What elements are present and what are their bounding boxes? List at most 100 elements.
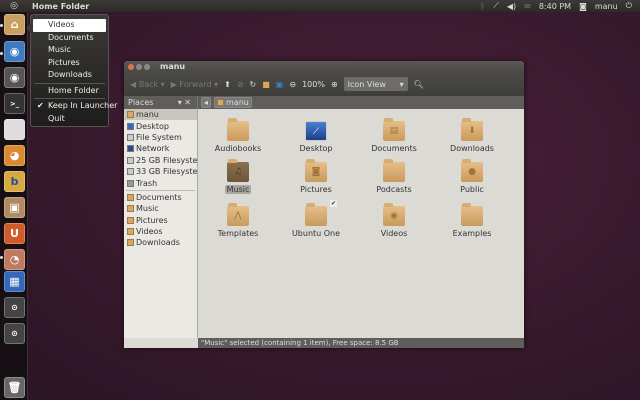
user-icon[interactable]: ◙ [579, 2, 587, 11]
file-item-music[interactable]: ♫Music [203, 162, 273, 194]
sidebar-item-33-gb-filesystem[interactable]: 33 GB Filesystem [124, 166, 197, 177]
sidebar-item-file-system[interactable]: File System [124, 132, 197, 143]
sidebar-item-desktop[interactable]: Desktop [124, 120, 197, 131]
file-item-podcasts[interactable]: Podcasts [359, 162, 429, 194]
launcher-lens[interactable]: ⊙ [4, 297, 25, 318]
folder-icon [127, 123, 134, 130]
sidebar-item-music[interactable]: Music [124, 203, 197, 214]
launcher-firefox[interactable]: ◕ [4, 145, 25, 166]
launcher-package[interactable]: ▣ [4, 197, 25, 218]
launcher-camera[interactable]: ◉ [4, 67, 25, 88]
launcher-home-folder[interactable]: ⌂ [4, 14, 25, 35]
folder-icon [127, 205, 134, 212]
launcher-chromium[interactable]: ◉ [4, 41, 25, 62]
back-label: Back [139, 80, 158, 89]
folder-icon: ⬇ [461, 121, 483, 141]
launcher-workspaces[interactable]: ▦ [4, 271, 25, 292]
file-item-documents[interactable]: ▤Documents [359, 121, 429, 153]
launcher-lens-2[interactable]: ⊙ [4, 323, 25, 344]
sidebar-item-label: 25 GB Filesystem [136, 156, 205, 165]
power-icon[interactable]: ⏻ [626, 1, 632, 11]
quicklist-home-folder[interactable]: Home Folder [31, 85, 108, 98]
computer-icon[interactable]: ▣ [276, 80, 284, 89]
file-item-audiobooks[interactable]: Audiobooks [203, 121, 273, 153]
path-back-icon[interactable]: ◂ [201, 97, 211, 108]
places-sidebar: manu Desktop File SystemNetwork25 GB Files… [124, 109, 198, 338]
network-icon[interactable]: ⟋ [493, 1, 499, 11]
check-icon: ✔ [37, 100, 44, 113]
file-label: Documents [371, 144, 417, 153]
quicklist-item[interactable]: Downloads [31, 69, 108, 82]
zoom-out-icon[interactable]: ⊖ [289, 80, 296, 89]
folder-icon [127, 168, 134, 175]
file-icon-view: Audiobooks⟋Desktop▤Documents⬇Downloads ♫M… [198, 109, 524, 338]
breadcrumb-manu[interactable]: manu [214, 97, 252, 108]
quicklist-item[interactable]: Music [31, 44, 108, 57]
minimize-icon[interactable] [136, 64, 142, 70]
quicklist-keep-in-launcher[interactable]: ✔Keep In Launcher [31, 100, 108, 113]
path-bar: Places ▾ ✕ ◂ manu [124, 96, 524, 109]
sidebar-item-documents[interactable]: Documents [124, 192, 197, 203]
sidebar-item-pictures[interactable]: Pictures [124, 215, 197, 226]
file-label: Videos [381, 229, 408, 238]
file-label: Pictures [300, 185, 332, 194]
launcher-terminal[interactable]: >_ [4, 93, 25, 114]
mail-icon[interactable]: ✉ [524, 2, 531, 11]
places-menu[interactable]: ▾ ✕ [178, 98, 191, 107]
home-icon[interactable]: ■ [262, 80, 270, 89]
quicklist-item[interactable]: Videos [33, 19, 106, 32]
maximize-icon[interactable] [144, 64, 150, 70]
file-item-pictures[interactable]: ◙Pictures [281, 162, 351, 194]
sidebar-item-label: File System [136, 133, 182, 142]
reload-icon[interactable]: ↻ [250, 80, 257, 89]
file-item-examples[interactable]: Examples [437, 206, 507, 238]
quicklist-item[interactable]: Pictures [31, 57, 108, 70]
launcher-ubuntu-one[interactable]: U [4, 223, 25, 244]
file-item-ubuntu-one[interactable]: ✔Ubuntu One [281, 206, 351, 238]
file-item-videos[interactable]: ◉Videos [359, 206, 429, 238]
sidebar-item-trash[interactable]: Trash [124, 177, 197, 188]
top-panel: ◎ Home Folder ᛒ ⟋ ◀) ✉ 8:40 PM ◙ manu ⏻ [0, 0, 640, 12]
chevron-down-icon: ▾ [400, 80, 404, 89]
bluetooth-icon[interactable]: ᛒ [480, 2, 485, 11]
file-label: Templates [218, 229, 259, 238]
file-label: Public [460, 185, 484, 194]
places-label: Places [128, 98, 153, 107]
launcher-eye-app[interactable]: ◔ [4, 249, 25, 270]
launcher-trash[interactable]: 🗑 [4, 377, 25, 398]
sidebar-item-25-gb-filesystem[interactable]: 25 GB Filesystem [124, 155, 197, 166]
sidebar-item-manu[interactable]: manu [124, 109, 197, 120]
volume-icon[interactable]: ◀) [507, 2, 516, 11]
zoom-in-icon[interactable]: ⊕ [331, 80, 338, 89]
clock[interactable]: 8:40 PM [539, 2, 571, 11]
view-select-value: Icon View [348, 80, 386, 89]
ubuntu-logo-icon[interactable]: ◎ [0, 1, 28, 11]
file-item-desktop[interactable]: ⟋Desktop [281, 121, 351, 153]
title-bar[interactable]: manu [124, 61, 524, 72]
forward-button[interactable]: ▶ Forward ▾ [171, 80, 218, 89]
home-folder-icon [217, 99, 224, 106]
desktop-icon: ⟋ [305, 121, 327, 141]
launcher-document[interactable] [4, 119, 25, 140]
file-item-public[interactable]: ●Public [437, 162, 507, 194]
close-icon[interactable] [128, 64, 134, 70]
divider [34, 83, 105, 84]
up-arrow-icon[interactable]: ⬆ [224, 80, 231, 89]
stop-icon[interactable]: ⊘ [237, 80, 244, 89]
file-item-downloads[interactable]: ⬇Downloads [437, 121, 507, 153]
forward-label: Forward [179, 80, 211, 89]
sidebar-item-downloads[interactable]: Downloads [124, 237, 197, 248]
user-name[interactable]: manu [595, 2, 618, 11]
sidebar-item-label: Desktop [136, 122, 169, 131]
quicklist-item[interactable]: Documents [31, 32, 108, 45]
view-select[interactable]: Icon View ▾ [344, 77, 408, 91]
launcher-b-app[interactable]: b [4, 171, 25, 192]
sidebar-item-videos[interactable]: Videos [124, 226, 197, 237]
file-label: Examples [453, 229, 492, 238]
search-icon[interactable]: 🔍︎ [414, 80, 424, 89]
back-button[interactable]: ◀ Back ▾ [130, 80, 165, 89]
sidebar-item-network[interactable]: Network [124, 143, 197, 154]
file-item-templates[interactable]: ⋀Templates [203, 206, 273, 238]
quicklist-quit[interactable]: Quit [31, 113, 108, 126]
launcher: ⌂ ◉ ◉ >_ ◕ b ▣ U ◔ ▦ ⊙ ⊙ 🗑 [0, 12, 28, 400]
